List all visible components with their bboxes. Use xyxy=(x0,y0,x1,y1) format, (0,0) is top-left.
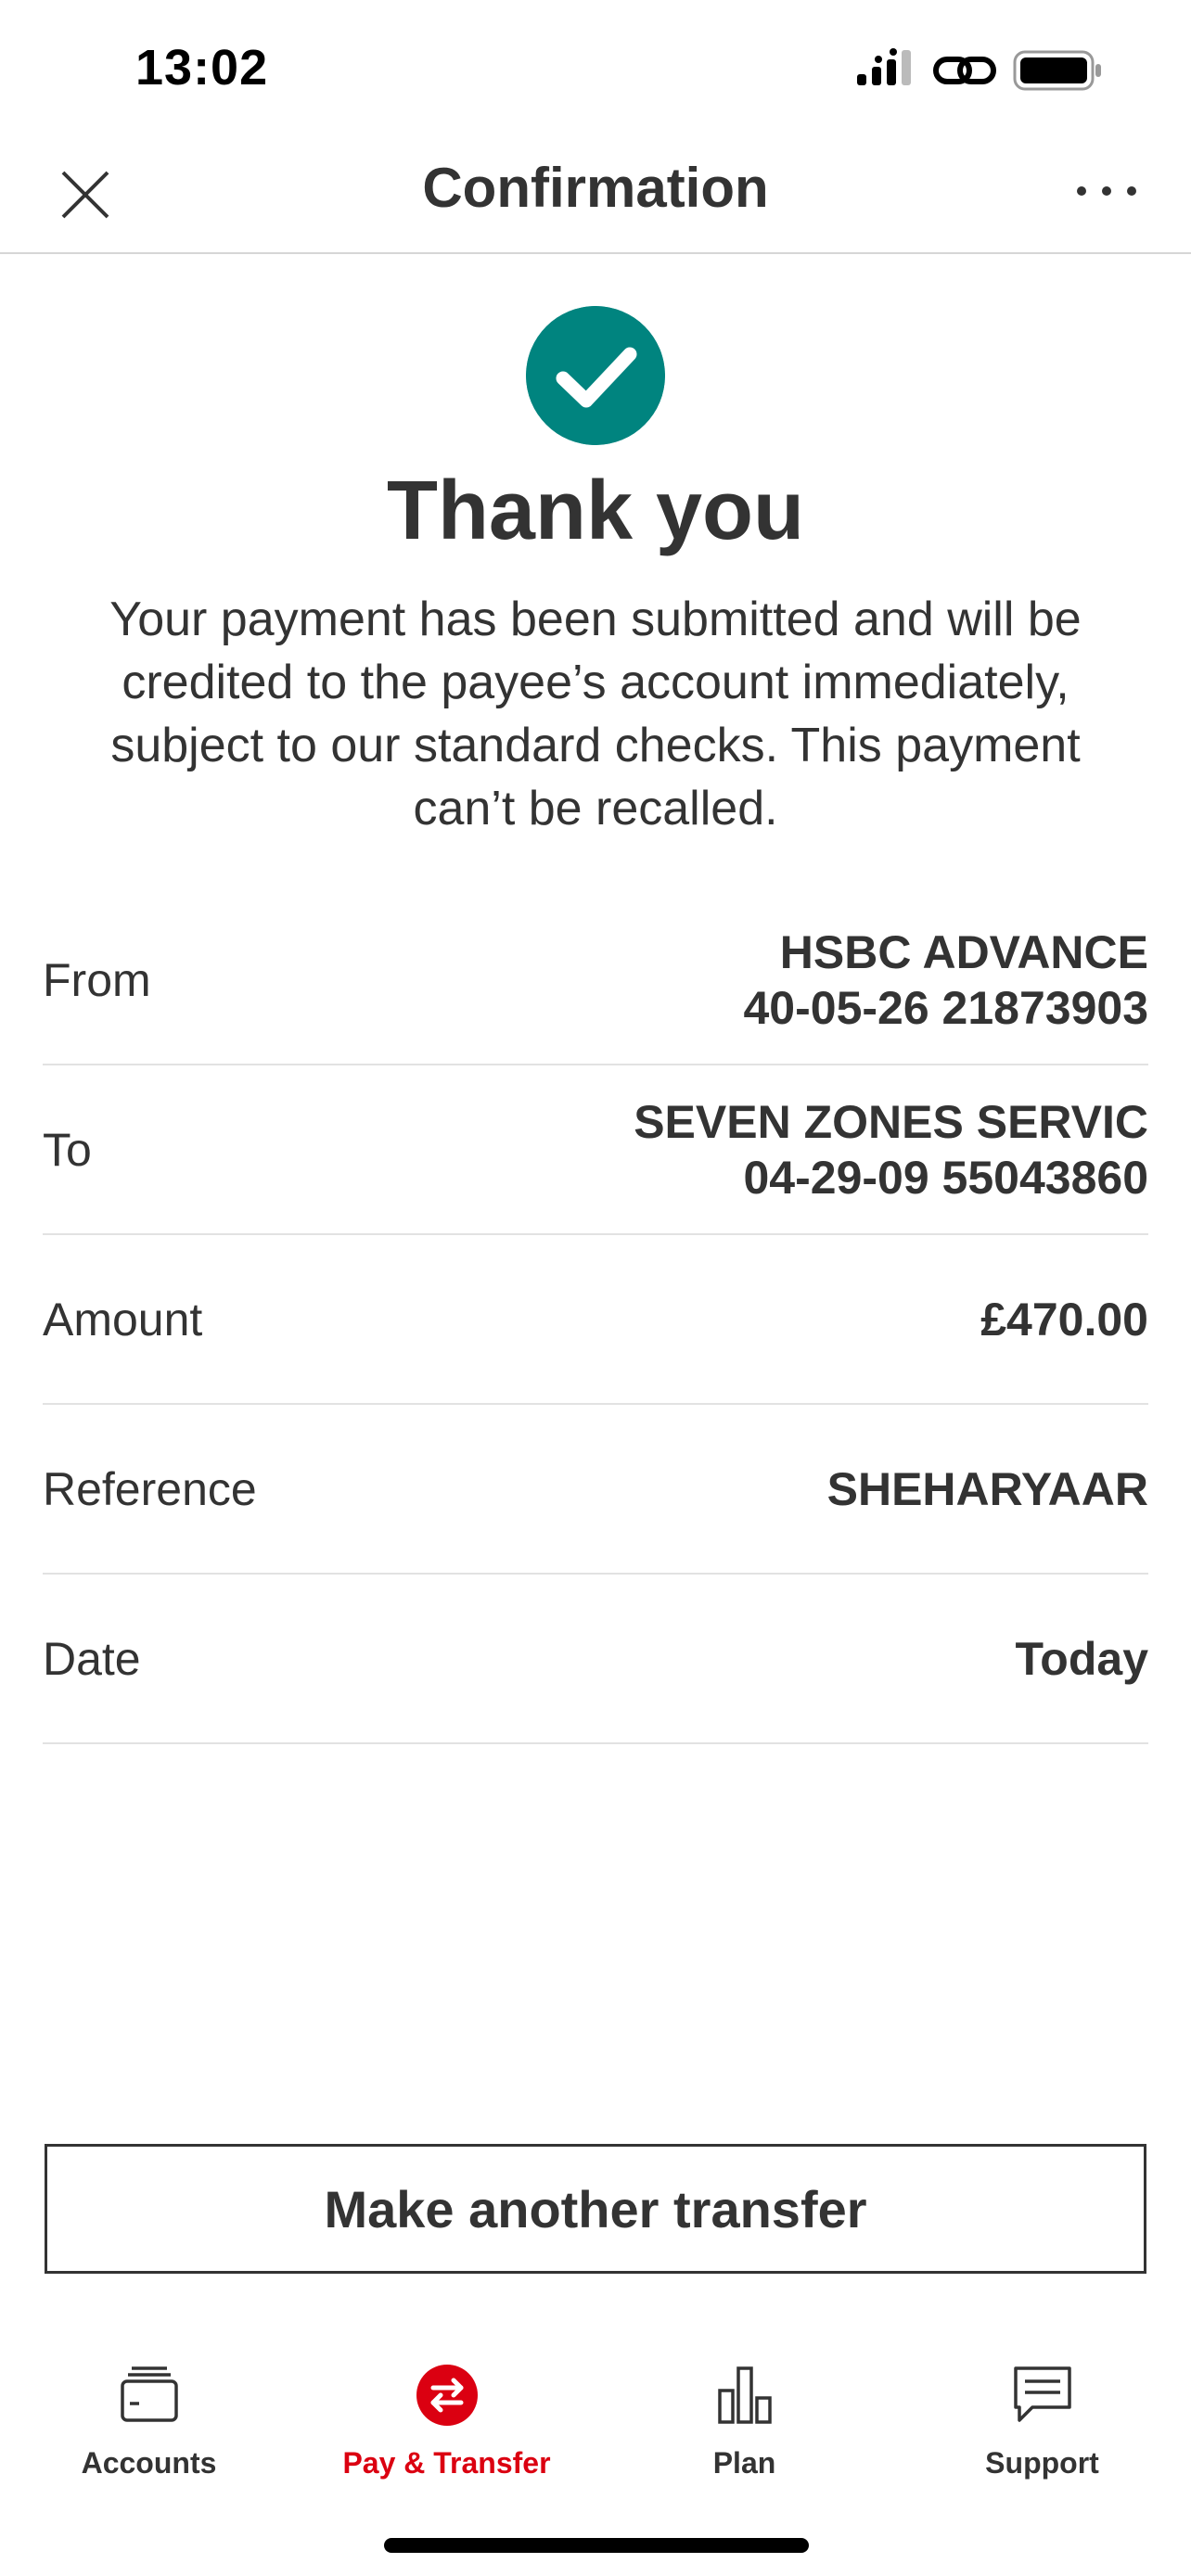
tab-accounts[interactable]: Accounts xyxy=(0,2337,298,2504)
detail-row-to: To SEVEN ZONES SERVIC 04-29-09 55043860 xyxy=(43,1065,1148,1235)
bottom-tab-bar: Accounts Pay & Transfer Plan Support xyxy=(0,2337,1191,2504)
amount-label: Amount xyxy=(43,1293,203,1345)
from-account-name: HSBC ADVANCE xyxy=(779,925,1148,978)
from-label: From xyxy=(43,953,151,1006)
more-options-icon[interactable] xyxy=(1074,172,1139,210)
home-indicator[interactable] xyxy=(384,2538,809,2553)
amount-value: £470.00 xyxy=(980,1293,1148,1345)
tab-support-label: Support xyxy=(985,2446,1099,2480)
to-label: To xyxy=(43,1123,92,1176)
payment-details: From HSBC ADVANCE 40-05-26 21873903 To S… xyxy=(43,896,1148,1744)
to-value: SEVEN ZONES SERVIC 04-29-09 55043860 xyxy=(634,1065,1148,1233)
tab-pay-transfer-label: Pay & Transfer xyxy=(342,2446,551,2480)
battery-icon xyxy=(1013,50,1101,91)
wallet-icon xyxy=(120,2366,178,2422)
detail-row-date: Date Today xyxy=(43,1575,1148,1744)
reference-value: SHEHARYAAR xyxy=(826,1462,1148,1515)
confirmation-screen: 13:02 Confirmation Thank you Your paymen… xyxy=(0,0,1191,2576)
chat-icon xyxy=(1013,2366,1071,2422)
nav-header: Confirmation xyxy=(0,139,1191,254)
payee-name: SEVEN ZONES SERVIC xyxy=(634,1095,1148,1148)
page-title: Confirmation xyxy=(422,157,769,219)
payee-account-number: 04-29-09 55043860 xyxy=(743,1151,1149,1204)
tab-pay-transfer[interactable]: Pay & Transfer xyxy=(298,2337,596,2504)
tab-support[interactable]: Support xyxy=(893,2337,1191,2504)
from-account-number: 40-05-26 21873903 xyxy=(743,981,1149,1034)
date-value: Today xyxy=(1015,1632,1148,1685)
detail-row-amount: Amount £470.00 xyxy=(43,1235,1148,1405)
cellular-signal-icon xyxy=(857,48,911,85)
detail-row-reference: Reference SHEHARYAAR xyxy=(43,1405,1148,1575)
status-time: 13:02 xyxy=(135,40,269,96)
tab-accounts-label: Accounts xyxy=(81,2446,217,2480)
tab-plan-label: Plan xyxy=(712,2446,776,2480)
detail-row-from: From HSBC ADVANCE 40-05-26 21873903 xyxy=(43,896,1148,1065)
confirmation-message: Your payment has been submitted and will… xyxy=(109,593,1082,835)
reference-label: Reference xyxy=(43,1462,257,1515)
make-another-transfer-button[interactable]: Make another transfer xyxy=(45,2144,1146,2274)
thank-you-heading: Thank you xyxy=(386,465,805,557)
from-value: HSBC ADVANCE 40-05-26 21873903 xyxy=(744,896,1149,1064)
success-check-icon xyxy=(526,306,665,445)
tab-plan[interactable]: Plan xyxy=(596,2337,893,2504)
link-icon xyxy=(933,57,996,84)
bar-chart-icon xyxy=(717,2366,772,2424)
status-bar: 13:02 xyxy=(0,0,1191,139)
transfer-icon xyxy=(416,2365,478,2426)
date-label: Date xyxy=(43,1632,141,1685)
